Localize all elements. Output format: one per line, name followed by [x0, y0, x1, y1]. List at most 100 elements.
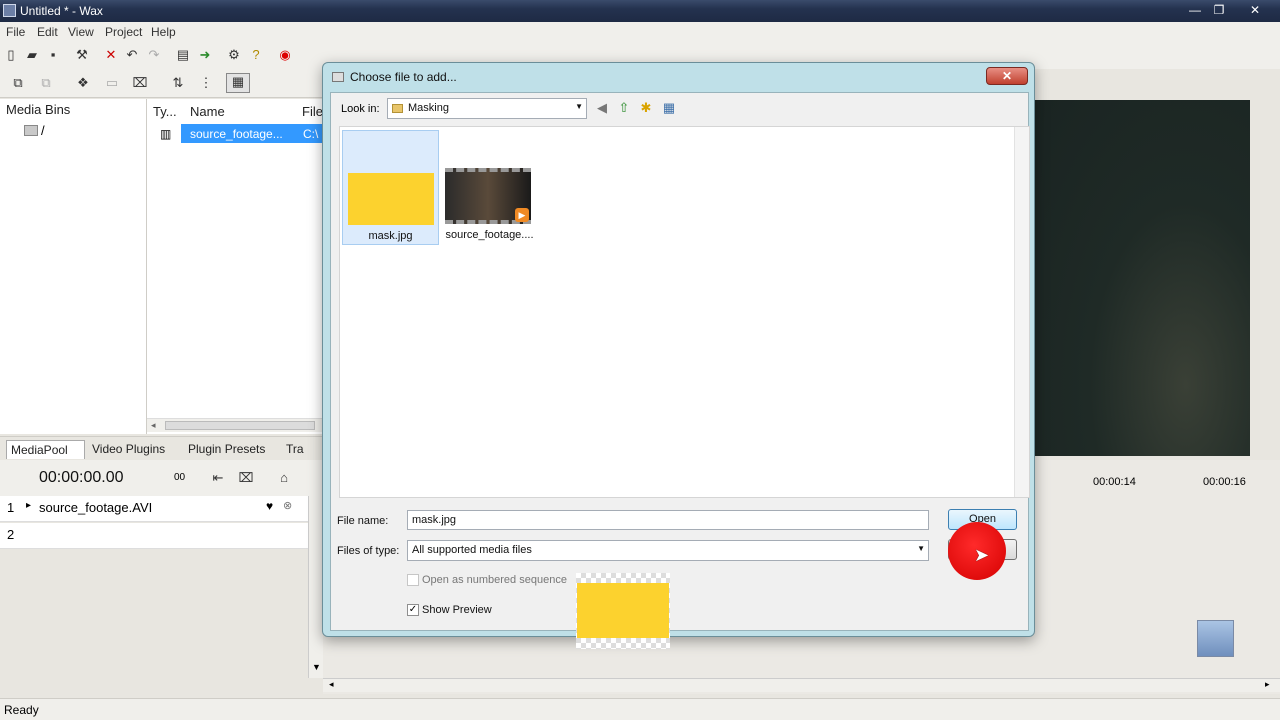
look-in-value: Masking [408, 102, 449, 114]
file-row-path: C:\ [303, 127, 319, 141]
tab-plugin-presets-label: Plugin Presets [188, 442, 266, 456]
timecode-bar: 00:00:00.00 00 ⇤ ⌧ ⌂ [0, 460, 323, 496]
col-file[interactable]: File [302, 104, 323, 119]
scroll-thumb[interactable] [165, 421, 315, 430]
visibility-icon[interactable]: ♥ [266, 499, 273, 513]
tab-video-plugins[interactable]: Video Plugins [88, 440, 182, 459]
status-text: Ready [4, 703, 39, 717]
scroll-right-icon[interactable]: ▸ [1265, 679, 1270, 690]
marker-icon[interactable]: ⌂ [276, 470, 292, 486]
file-item-mask[interactable]: mask.jpg [342, 130, 439, 245]
app-icon [3, 4, 16, 17]
save-icon[interactable]: ▪ [45, 47, 61, 63]
redo-icon[interactable]: ↷ [146, 47, 162, 63]
details-view-icon[interactable]: ▦ [226, 73, 250, 93]
export-icon[interactable]: ▤ [175, 47, 191, 63]
tab-mediapool[interactable]: MediaPool [6, 440, 85, 459]
dialog-close-button[interactable]: ✕ [986, 67, 1028, 85]
file-type-label: Files of type: [337, 545, 400, 557]
timeline-scrollbar[interactable]: ◂ ▸ [323, 678, 1280, 692]
media-bins-panel: Media Bins / [0, 99, 147, 434]
col-name[interactable]: Name [190, 104, 225, 119]
view-menu-icon[interactable]: ▦ [661, 100, 677, 116]
menu-help[interactable]: Help [151, 25, 176, 39]
stop-icon[interactable]: ◉ [277, 47, 293, 63]
open-folder-icon[interactable]: ▰ [24, 47, 40, 63]
look-in-combo[interactable]: Masking ▼ [387, 98, 587, 119]
title-bar: Untitled * - Wax — ❐ ✕ [0, 0, 1280, 22]
scroll-down-icon[interactable]: ▼ [312, 662, 321, 672]
dialog-body: Look in: Masking ▼ ◀ ⇧ ✱ ▦ mask.jpg ▶ so… [330, 92, 1030, 649]
track-name: source_footage.AVI [39, 500, 153, 515]
menu-view[interactable]: View [68, 25, 94, 39]
expand-icon[interactable]: ▸ [26, 500, 31, 511]
file-browser: mask.jpg ▶ source_footage.... [339, 126, 1030, 498]
layers-icon[interactable]: ❖ [75, 75, 91, 91]
minimize-button[interactable]: — [1184, 2, 1206, 18]
file-type-value: All supported media files [412, 544, 532, 556]
file-dialog: Choose file to add... ✕ Look in: Masking… [322, 62, 1035, 649]
show-preview-checkbox[interactable]: ✓ [407, 604, 419, 616]
menu-bar: File Edit View Project Help [0, 22, 1280, 41]
file-type-select[interactable]: All supported media files ▼ [407, 540, 929, 561]
tab-plugin-presets[interactable]: Plugin Presets [184, 440, 280, 459]
menu-project[interactable]: Project [105, 25, 142, 39]
copy-bin-icon[interactable]: ⧉ [38, 75, 54, 91]
file-row-name: source_footage... [190, 127, 283, 141]
window-title: Untitled * - Wax [20, 4, 103, 18]
video-preview [1035, 100, 1250, 456]
track-row[interactable]: 2 [0, 523, 308, 549]
tree-icon[interactable]: ⋮ [198, 75, 214, 91]
back-icon[interactable]: ◀ [594, 100, 610, 116]
media-bins-header: Media Bins [6, 102, 71, 117]
timecode-small[interactable]: 00 [174, 472, 185, 483]
add-bin-icon[interactable]: ⧉ [10, 75, 26, 91]
preview-box [576, 573, 670, 649]
file-name-input[interactable] [407, 510, 929, 530]
thumbnail-icon[interactable] [1197, 620, 1234, 657]
look-in-label: Look in: [341, 103, 380, 115]
file-row-selected[interactable]: source_footage... C:\ [181, 124, 323, 143]
file-browser-scrollbar[interactable] [1014, 127, 1029, 497]
render-arrow-icon[interactable]: ➜ [197, 47, 213, 63]
bin-root[interactable]: / [41, 123, 45, 138]
col-type[interactable]: Ty... [153, 104, 177, 119]
delete-icon[interactable]: ✕ [103, 47, 119, 63]
help-icon[interactable]: ? [248, 47, 264, 63]
status-bar: Ready [0, 698, 1280, 720]
vertical-scrollbar[interactable]: ▼ [308, 496, 323, 678]
wand-icon[interactable]: ⚒ [74, 47, 90, 63]
numbered-sequence-checkbox[interactable] [407, 574, 419, 586]
panel-tabs: MediaPool Video Plugins Plugin Presets T… [0, 436, 323, 460]
cut-icon[interactable]: ⌧ [238, 470, 254, 486]
up-folder-icon[interactable]: ⇧ [616, 100, 632, 116]
menu-file[interactable]: File [6, 25, 25, 39]
menu-edit[interactable]: Edit [37, 25, 58, 39]
new-file-icon[interactable]: ▯ [3, 47, 19, 63]
timecode-display: 00:00:00.00 [39, 469, 124, 486]
sort-icon[interactable]: ⇅ [170, 75, 186, 91]
scroll-left-icon[interactable]: ◂ [151, 420, 156, 431]
tab-transitions[interactable]: Tra [282, 440, 322, 459]
track-number: 2 [7, 527, 15, 542]
remove-track-icon[interactable]: ⊗ [283, 499, 292, 512]
file-item-footage[interactable]: ▶ source_footage.... [442, 130, 539, 245]
file-item-label: mask.jpg [368, 230, 413, 242]
tab-mediapool-label: MediaPool [11, 443, 68, 457]
close-window-button[interactable]: ✕ [1244, 2, 1266, 18]
timeline-tick: 00:00:16 [1203, 476, 1246, 488]
remove-icon[interactable]: ⌧ [132, 75, 148, 91]
chevron-down-icon: ▼ [575, 102, 583, 111]
ripple-icon[interactable]: ⇤ [210, 470, 226, 486]
numbered-sequence-label: Open as numbered sequence [422, 574, 567, 586]
undo-icon[interactable]: ↶ [124, 47, 140, 63]
mask-thumbnail [348, 173, 434, 225]
tab-transitions-label: Tra [286, 442, 304, 456]
settings-icon[interactable]: ⚙ [226, 47, 242, 63]
scroll-left-icon[interactable]: ◂ [329, 679, 334, 690]
horizontal-scrollbar[interactable]: ◂ [147, 418, 323, 432]
import-icon[interactable]: ▭ [104, 75, 120, 91]
maximize-button[interactable]: ❐ [1208, 2, 1230, 18]
track-row[interactable]: 1 ▸ source_footage.AVI ♥ ⊗ [0, 496, 308, 522]
new-folder-icon[interactable]: ✱ [638, 100, 654, 116]
